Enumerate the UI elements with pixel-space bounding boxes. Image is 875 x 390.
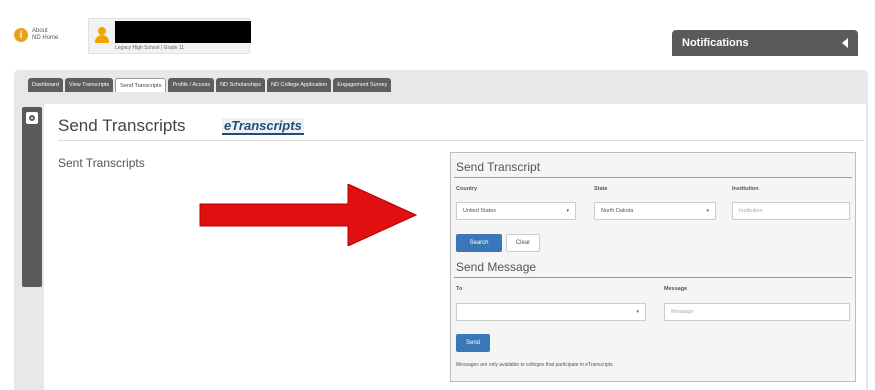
- state-label: State: [594, 186, 608, 192]
- about-link[interactable]: i About ND Home: [14, 28, 58, 42]
- about-text: About ND Home: [32, 28, 58, 42]
- info-icon: i: [14, 28, 28, 42]
- tab-dashboard[interactable]: Dashboard: [28, 78, 63, 92]
- side-toolbar: [22, 107, 42, 287]
- send-transcript-heading: Send Transcript: [456, 160, 541, 174]
- send-message-heading: Send Message: [456, 260, 537, 274]
- state-select[interactable]: North Dakota ▾: [594, 202, 716, 220]
- message-availability-note: Messages are only available to colleges …: [456, 362, 613, 368]
- etranscripts-logo: eTranscripts: [222, 118, 304, 135]
- user-school: Legacy High School | Grade 11: [115, 45, 185, 51]
- gear-icon[interactable]: [26, 112, 38, 124]
- redacted-name: [115, 21, 251, 43]
- tab-bar: Dashboard View Transcripts Send Transcri…: [28, 78, 392, 92]
- chevron-left-icon[interactable]: [842, 38, 848, 48]
- institution-input[interactable]: Institution: [732, 202, 850, 220]
- page-title: Send Transcripts: [58, 116, 186, 135]
- chevron-down-icon: ▾: [566, 208, 569, 214]
- search-button[interactable]: Search: [456, 234, 502, 252]
- institution-placeholder: Institution: [739, 208, 763, 214]
- chevron-down-icon: ▾: [706, 208, 709, 214]
- tab-nd-college-application[interactable]: ND College Application: [267, 78, 332, 92]
- tab-view-transcripts[interactable]: View Transcripts: [64, 78, 114, 92]
- send-message-rule: [454, 277, 852, 278]
- user-profile[interactable]: Legacy High School | Grade 11: [88, 18, 251, 54]
- red-arrow-annotation: [199, 184, 418, 246]
- country-label: Country: [456, 186, 478, 192]
- message-label: Message: [664, 286, 688, 292]
- country-select[interactable]: United States ▾: [456, 202, 576, 220]
- state-value: North Dakota: [601, 208, 634, 214]
- title-divider: [58, 140, 864, 141]
- clear-button[interactable]: Clear: [506, 234, 540, 252]
- sent-transcripts-heading: Sent Transcripts: [58, 156, 145, 170]
- message-placeholder: Message: [671, 309, 694, 315]
- to-label: To: [456, 286, 463, 292]
- country-value: United States: [463, 208, 497, 214]
- tab-engagement-survey[interactable]: Engagement Survey: [333, 78, 392, 92]
- notifications-bar[interactable]: Notifications: [672, 30, 858, 56]
- about-subtitle: ND Home: [32, 35, 59, 41]
- about-title: About: [32, 28, 48, 34]
- tab-profile-access[interactable]: Profile / Access: [168, 78, 215, 92]
- user-icon: [95, 27, 109, 43]
- tab-nd-scholarships[interactable]: ND Scholarships: [216, 78, 266, 92]
- tab-send-transcripts[interactable]: Send Transcripts: [115, 78, 167, 92]
- notifications-label: Notifications: [682, 37, 749, 49]
- institution-label: Institution: [732, 186, 759, 192]
- message-input[interactable]: Message: [664, 303, 850, 321]
- chevron-down-icon: ▾: [636, 309, 639, 315]
- send-transcript-rule: [454, 177, 852, 178]
- send-button[interactable]: Send: [456, 334, 490, 352]
- to-select[interactable]: ▾: [456, 303, 646, 321]
